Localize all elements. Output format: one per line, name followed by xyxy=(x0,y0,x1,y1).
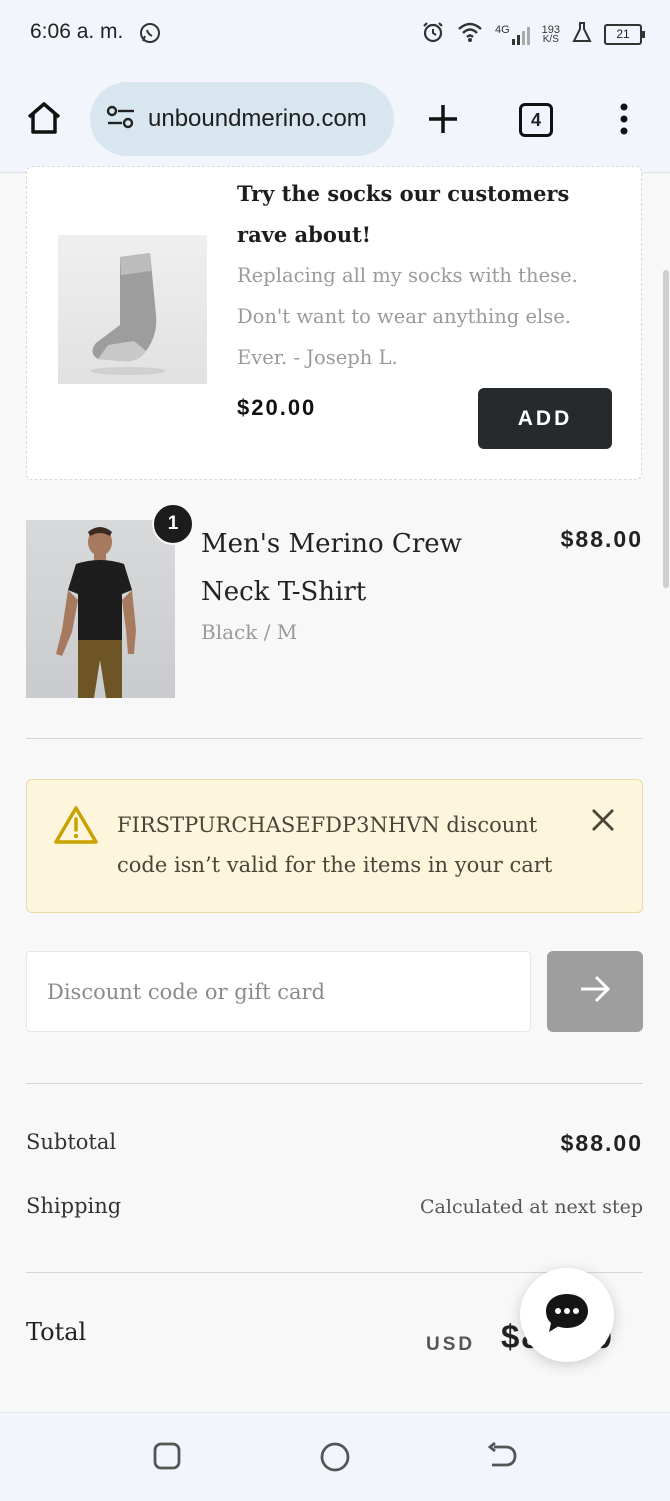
subtotal-label: Subtotal xyxy=(26,1130,117,1154)
scrollbar[interactable] xyxy=(663,270,669,588)
chat-button[interactable] xyxy=(520,1268,614,1362)
discount-error-alert: FIRSTPURCHASEFDP3NHVN discount code isn’… xyxy=(26,779,643,913)
apply-discount-button[interactable] xyxy=(547,951,643,1032)
back-icon[interactable] xyxy=(486,1441,518,1476)
home-icon[interactable] xyxy=(26,101,62,140)
total-currency: USD xyxy=(426,1334,476,1355)
network-type: 4G xyxy=(494,23,510,36)
recents-icon[interactable] xyxy=(152,1441,182,1476)
more-menu-icon[interactable] xyxy=(618,102,630,141)
upsell-title: Try the socks our customers rave about! xyxy=(237,181,570,247)
divider xyxy=(26,738,643,739)
network-speed-unit: K/S xyxy=(542,33,559,45)
network-speed: 193 K/S xyxy=(541,23,560,45)
discount-code-input[interactable] xyxy=(26,951,531,1032)
site-settings-icon[interactable] xyxy=(106,104,136,135)
status-time: 6:06 a. m. xyxy=(30,20,124,43)
alarm-icon xyxy=(421,20,445,49)
close-icon[interactable] xyxy=(589,806,617,839)
alert-message: FIRSTPURCHASEFDP3NHVN discount code isn’… xyxy=(117,813,553,877)
url-text: unboundmerino.com xyxy=(148,105,367,132)
item-price: $88.00 xyxy=(560,526,643,552)
address-bar[interactable]: unboundmerino.com xyxy=(90,82,394,156)
shipping-value: Calculated at next step xyxy=(420,1196,643,1218)
browser-toolbar: unboundmerino.com 4 xyxy=(0,68,670,173)
item-variant: Black / M xyxy=(201,620,298,644)
home-nav-icon[interactable] xyxy=(319,1441,351,1478)
total-label: Total xyxy=(26,1318,87,1346)
divider xyxy=(26,1083,643,1084)
quantity-badge: 1 xyxy=(152,503,194,545)
whatsapp-icon xyxy=(138,21,162,50)
chat-bubble-icon xyxy=(543,1291,591,1340)
cart-line-item: 1 Men's Merino Crew Neck T-Shirt Black /… xyxy=(26,503,643,700)
arrow-right-icon xyxy=(578,974,612,1009)
subtotal-value: $88.00 xyxy=(560,1130,643,1156)
add-button[interactable]: ADD xyxy=(478,388,612,449)
upsell-card: Try the socks our customers rave about! … xyxy=(26,166,642,480)
battery-indicator: 21 xyxy=(604,24,645,45)
tshirt-product-image[interactable] xyxy=(26,520,175,698)
network-speed-value: 193 xyxy=(541,23,560,36)
sock-product-image[interactable] xyxy=(58,235,207,384)
tab-switcher-button[interactable]: 4 xyxy=(519,103,553,137)
item-name: Men's Merino Crew Neck T-Shirt xyxy=(201,529,462,607)
flask-icon xyxy=(572,21,592,48)
wifi-icon xyxy=(457,21,483,48)
system-nav-bar xyxy=(0,1412,670,1501)
upsell-price: $20.00 xyxy=(237,395,317,420)
status-bar: 6:06 a. m. 4G 193 K/S 21 xyxy=(0,0,670,68)
signal-icon: 4G xyxy=(494,23,530,45)
upsell-testimonial: Replacing all my socks with these. Don't… xyxy=(237,264,578,369)
warning-icon xyxy=(53,805,99,850)
new-tab-icon[interactable] xyxy=(426,102,460,141)
shipping-label: Shipping xyxy=(26,1194,122,1218)
